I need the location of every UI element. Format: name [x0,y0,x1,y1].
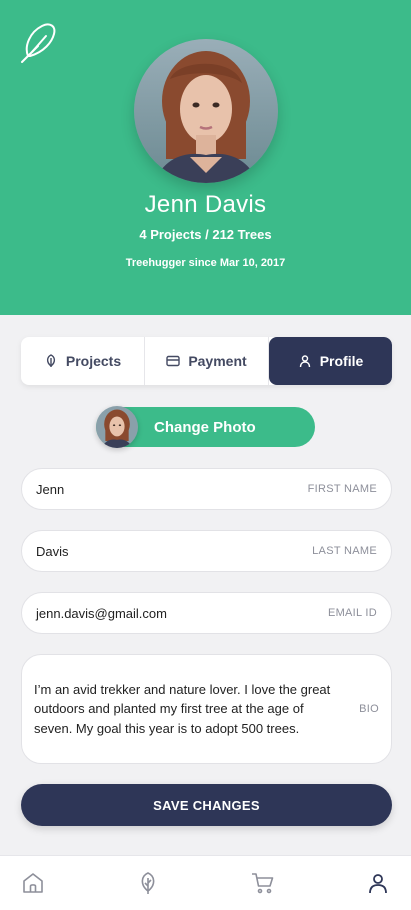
cart-icon [252,873,274,894]
avatar-thumbnail [96,406,138,448]
tab-profile-label: Profile [319,353,364,369]
email-value: jenn.davis@gmail.com [36,605,167,621]
user-name: Jenn Davis [144,191,267,218]
save-changes-button[interactable]: SAVE CHANGES [21,784,392,826]
tab-projects-label: Projects [65,353,122,369]
nav-cart[interactable] [250,870,276,896]
nav-profile[interactable] [365,870,391,896]
last-name-field[interactable]: Davis LAST NAME [21,530,392,572]
bottom-nav [0,855,411,910]
user-stats: 4 Projects / 212 Trees [139,227,272,242]
last-name-label: LAST NAME [312,545,377,557]
change-photo-label: Change Photo [154,418,256,436]
nav-home[interactable] [20,870,46,896]
first-name-label: FIRST NAME [307,483,377,495]
bio-value: I’m an avid trekker and nature lover. I … [34,681,331,736]
first-name-field[interactable]: Jenn FIRST NAME [21,468,392,510]
feather-leaf-icon [21,23,56,63]
bio-label: BIO [359,703,379,715]
leaf-icon [141,872,155,894]
person-icon [369,874,387,894]
card-icon [166,355,181,367]
avatar[interactable] [134,39,278,183]
email-field[interactable]: jenn.davis@gmail.com EMAIL ID [21,592,392,634]
email-label: EMAIL ID [327,607,377,619]
leaf-icon [46,354,55,367]
tab-bar: Projects Payment Profile [21,337,392,385]
profile-header: Jenn Davis 4 Projects / 212 Trees Treehu… [0,0,411,315]
last-name-value: Davis [36,543,69,559]
first-name-value: Jenn [36,481,65,497]
change-photo-button[interactable]: Change Photo [96,406,315,448]
tab-projects[interactable]: Projects [21,337,145,385]
bio-field[interactable]: I’m an avid trekker and nature lover. I … [21,654,392,764]
tab-profile[interactable]: Profile [269,337,392,385]
home-icon [23,873,43,893]
tab-payment[interactable]: Payment [145,337,269,385]
person-icon [299,355,310,368]
member-since: Treehugger since Mar 10, 2017 [125,257,286,269]
tab-payment-label: Payment [188,353,247,369]
nav-projects[interactable] [135,870,161,896]
